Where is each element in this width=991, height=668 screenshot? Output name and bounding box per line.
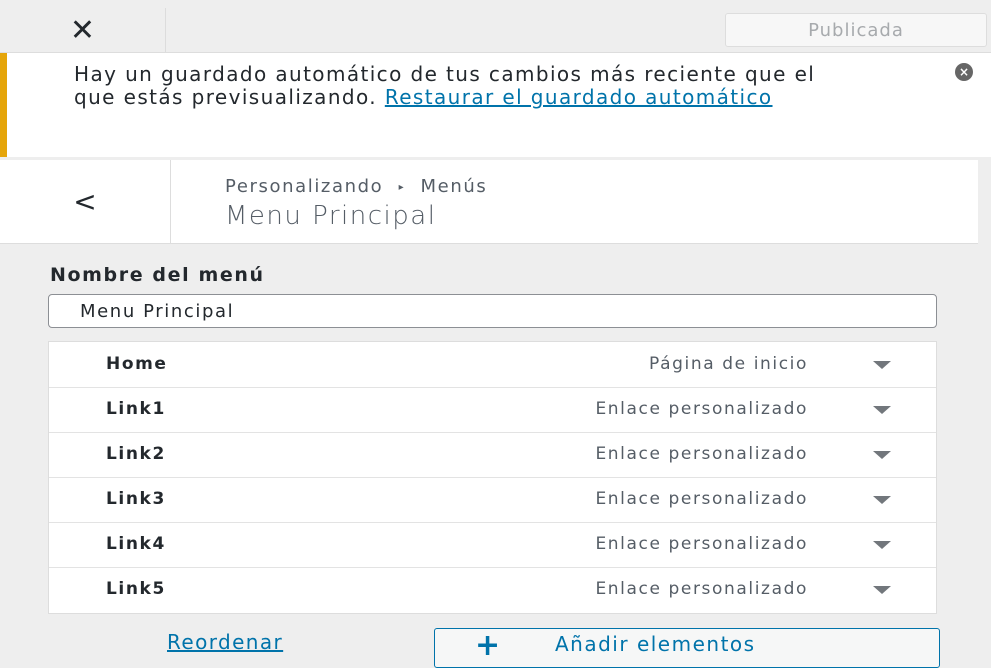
menu-item-title: Home (106, 354, 168, 374)
publish-button[interactable]: Publicada (725, 13, 987, 47)
breadcrumb-separator-icon: ▸ (398, 181, 406, 193)
restore-autosave-link[interactable]: Restaurar el guardado automático (385, 85, 773, 109)
customizer-topbar: ✕ Publicada (0, 0, 991, 53)
menu-name-input[interactable] (48, 294, 937, 328)
breadcrumb-current: Menús (420, 176, 488, 197)
topbar-divider (165, 8, 166, 53)
expand-arrow-icon[interactable] (873, 406, 891, 414)
menu-item[interactable]: Link5 Enlace personalizado (49, 567, 936, 612)
menu-item-title: Link5 (106, 579, 166, 599)
plus-icon: + (475, 628, 502, 663)
back-arrow-icon[interactable]: < (0, 160, 171, 243)
dismiss-icon[interactable]: × (955, 63, 973, 81)
menu-item-type: Página de inicio (649, 354, 808, 374)
menu-item[interactable]: Link1 Enlace personalizado (49, 387, 936, 433)
menu-item-type: Enlace personalizado (595, 534, 808, 554)
menu-item-title: Link3 (106, 489, 166, 509)
breadcrumb: Personalizando ▸ Menús (225, 176, 487, 197)
menu-item-type: Enlace personalizado (595, 444, 808, 464)
expand-arrow-icon[interactable] (873, 586, 891, 594)
menu-name-label: Nombre del menú (50, 264, 265, 286)
autosave-notice: Hay un guardado automático de tus cambio… (0, 53, 991, 157)
expand-arrow-icon[interactable] (873, 496, 891, 504)
menu-item-type: Enlace personalizado (595, 489, 808, 509)
menu-item[interactable]: Link3 Enlace personalizado (49, 477, 936, 523)
section-title: Menu Principal (225, 201, 437, 231)
close-icon[interactable]: ✕ (0, 8, 165, 53)
menu-item-type: Enlace personalizado (595, 579, 808, 599)
menu-item-type: Enlace personalizado (595, 399, 808, 419)
breadcrumb-parent: Personalizando (225, 176, 384, 197)
section-header: < Personalizando ▸ Menús Menu Principal (0, 160, 978, 244)
menu-item[interactable]: Link4 Enlace personalizado (49, 522, 936, 568)
expand-arrow-icon[interactable] (873, 451, 891, 459)
menu-item[interactable]: Home Página de inicio (49, 342, 936, 388)
add-items-button[interactable]: + Añadir elementos (434, 628, 940, 668)
menu-item[interactable]: Link2 Enlace personalizado (49, 432, 936, 478)
expand-arrow-icon[interactable] (873, 541, 891, 549)
menu-item-title: Link2 (106, 444, 166, 464)
expand-arrow-icon[interactable] (873, 361, 891, 369)
add-items-label: Añadir elementos (555, 632, 756, 656)
notice-message: Hay un guardado automático de tus cambio… (74, 63, 854, 109)
menu-items-list: Home Página de inicio Link1 Enlace perso… (48, 341, 937, 614)
menu-item-title: Link4 (106, 534, 166, 554)
reorder-link[interactable]: Reordenar (167, 630, 283, 654)
menu-item-title: Link1 (106, 399, 166, 419)
